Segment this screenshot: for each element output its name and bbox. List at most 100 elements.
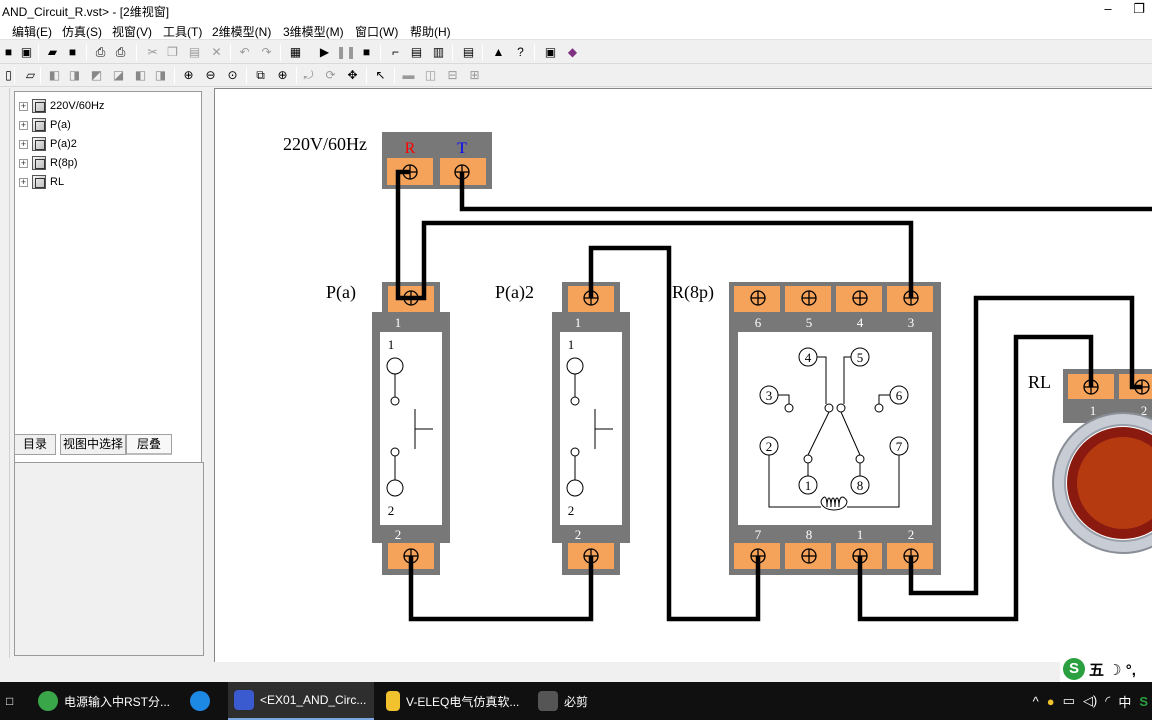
layout-horizontal-icon[interactable]: ⊟ (444, 67, 461, 84)
browser-icon (38, 691, 58, 711)
orbit-icon[interactable]: ⟳ (322, 67, 339, 84)
view-front-icon[interactable]: ◧ (46, 67, 63, 84)
hint-icon[interactable]: ? (512, 44, 529, 61)
tree-item-220v[interactable]: + 220V/60Hz (19, 97, 104, 115)
graph-icon[interactable]: ▲ (490, 44, 507, 61)
expand-icon[interactable]: + (19, 177, 28, 187)
lamp-label: RL (1028, 372, 1051, 392)
relay-bottom-pin-8: 8 (806, 527, 813, 542)
minimize-button[interactable]: – (1088, 0, 1128, 20)
taskbar-item-browser[interactable]: 电源输入中RST分... (32, 682, 182, 720)
open-folder-icon[interactable]: ▰ (44, 44, 61, 61)
taskbar-item-folder[interactable]: V-ELEQ电气仿真软... (380, 682, 526, 720)
input-language[interactable]: 中 (1118, 692, 1131, 711)
pushbutton-switch-1[interactable]: 1 2 1 2 (372, 282, 450, 575)
menu-help[interactable]: 帮助(H) (410, 23, 451, 40)
task-view-button[interactable]: □ (0, 682, 30, 720)
tab-catalog[interactable]: 目录 (14, 434, 56, 455)
component-icon (32, 137, 46, 151)
layer-icon[interactable]: ▱ (22, 67, 39, 84)
taskbar-item-player[interactable] (184, 682, 224, 720)
print-icon[interactable]: ⎙ (112, 44, 129, 61)
window-title: AND_Circuit_R.vst> - [2维视窗] (2, 5, 170, 19)
expand-icon[interactable]: + (19, 101, 28, 111)
table-icon[interactable]: ▥ (430, 44, 447, 61)
tray-chevron-icon[interactable]: ^ (1033, 694, 1039, 709)
pan-icon[interactable]: ✥ (344, 67, 361, 84)
wire-icon[interactable]: ⌐ (387, 44, 404, 61)
tray-app-icon[interactable]: ● (1047, 694, 1055, 709)
run-icon[interactable]: ▶ (316, 44, 333, 61)
wifi-icon[interactable]: ◜ (1105, 693, 1110, 709)
layout-grid-icon[interactable]: ⊞ (466, 67, 483, 84)
restore-button[interactable]: ❐ (1126, 0, 1152, 20)
expand-icon[interactable]: + (19, 120, 28, 130)
pushbutton-switch-2[interactable]: 1 2 1 2 (552, 282, 630, 575)
rotate-icon[interactable]: ⤾ (300, 67, 317, 84)
tab-view-select[interactable]: 视图中选择 (60, 434, 126, 455)
undo-icon[interactable]: ↶ (236, 44, 253, 61)
menu-view[interactable]: 视窗(V) (112, 23, 152, 40)
taskbar-item-vsim[interactable]: <EX01_AND_Circ... (228, 682, 374, 720)
list-icon[interactable]: ▤ (408, 44, 425, 61)
view-top-icon[interactable]: ◧ (132, 67, 149, 84)
relay-8pin[interactable]: 6 5 4 3 7 8 1 2 4 5 3 6 2 7 1 8 (729, 282, 941, 575)
view-left-icon[interactable]: ◩ (88, 67, 105, 84)
horizontal-scrollbar[interactable] (214, 662, 1152, 682)
menu-window[interactable]: 窗口(W) (355, 23, 398, 40)
relay-label: R(8p) (672, 282, 714, 303)
tree-item-pa2[interactable]: + P(a)2 (19, 135, 77, 153)
taskbar-item-bijian[interactable]: 必剪 (532, 682, 612, 720)
note-icon[interactable]: ▣ (542, 44, 559, 61)
paste-icon[interactable]: ▤ (186, 44, 203, 61)
document-icon[interactable]: ▤ (460, 44, 477, 61)
zoom-fit-icon[interactable]: ⊙ (224, 67, 241, 84)
stop-icon[interactable]: ■ (358, 44, 375, 61)
relay-inner-pin-1: 1 (805, 478, 812, 493)
menu-tools[interactable]: 工具(T) (163, 23, 202, 40)
lamp-pin-1: 1 (1090, 403, 1097, 418)
tree-item-pa[interactable]: + P(a) (19, 116, 71, 134)
zoom-out-icon[interactable]: ⊖ (202, 67, 219, 84)
save-all-icon[interactable]: ▣ (18, 44, 35, 61)
print-preview-icon[interactable]: ⎙ (92, 44, 109, 61)
view-right-icon[interactable]: ◪ (110, 67, 127, 84)
view-bottom-icon[interactable]: ◨ (152, 67, 169, 84)
relay-inner-pin-4: 4 (805, 350, 812, 365)
sogou-logo-icon: S (1063, 658, 1085, 680)
sogou-tray-icon[interactable]: S (1139, 694, 1148, 709)
menu-edit[interactable]: 编辑(E) (12, 23, 52, 40)
disk-icon[interactable]: ■ (64, 44, 81, 61)
pilot-lamp[interactable]: 1 2 (1052, 369, 1152, 554)
ime-toolbar[interactable]: S 五 ☽ °, (1060, 656, 1152, 682)
zoom-window-icon[interactable]: ⧉ (252, 67, 269, 84)
menu-simulate[interactable]: 仿真(S) (62, 23, 102, 40)
zoom-in-icon[interactable]: ⊕ (180, 67, 197, 84)
volume-icon[interactable]: ◁) (1083, 693, 1097, 709)
wire-r-to-pa (395, 169, 411, 301)
redo-icon[interactable]: ↷ (258, 44, 275, 61)
pause-icon[interactable]: ❚❚ (336, 44, 353, 61)
battery-icon[interactable]: ▭ (1063, 693, 1075, 709)
schematic-canvas[interactable]: R T 220V/60Hz P(a) 1 2 1 2 P(a)2 1 2 1 2… (214, 88, 1152, 662)
delete-icon[interactable]: ✕ (208, 44, 225, 61)
layout-single-icon[interactable]: ▬ (400, 67, 417, 84)
expand-icon[interactable]: + (19, 158, 28, 168)
view-back-icon[interactable]: ◨ (66, 67, 83, 84)
book-icon[interactable]: ◆ (564, 44, 581, 61)
tree-item-r8p[interactable]: + R(8p) (19, 154, 78, 172)
compile-icon[interactable]: ▦ (287, 44, 304, 61)
menu-3d-model[interactable]: 3维模型(M) (283, 23, 344, 40)
zoom-area-icon[interactable]: ⊕ (274, 67, 291, 84)
tab-layers[interactable]: 层叠 (126, 434, 172, 455)
layout-vertical-icon[interactable]: ◫ (422, 67, 439, 84)
copy-icon[interactable]: ❐ (164, 44, 181, 61)
pointer-icon[interactable]: ↖ (372, 67, 389, 84)
switch2-contact-1: 1 (568, 337, 575, 352)
cut-icon[interactable]: ✂ (144, 44, 161, 61)
tree-item-rl[interactable]: + RL (19, 173, 64, 191)
save-icon[interactable]: ■ (0, 44, 17, 61)
expand-icon[interactable]: + (19, 139, 28, 149)
menu-2d-model[interactable]: 2维模型(N) (212, 23, 271, 40)
switch2-top-pin: 1 (575, 315, 582, 330)
